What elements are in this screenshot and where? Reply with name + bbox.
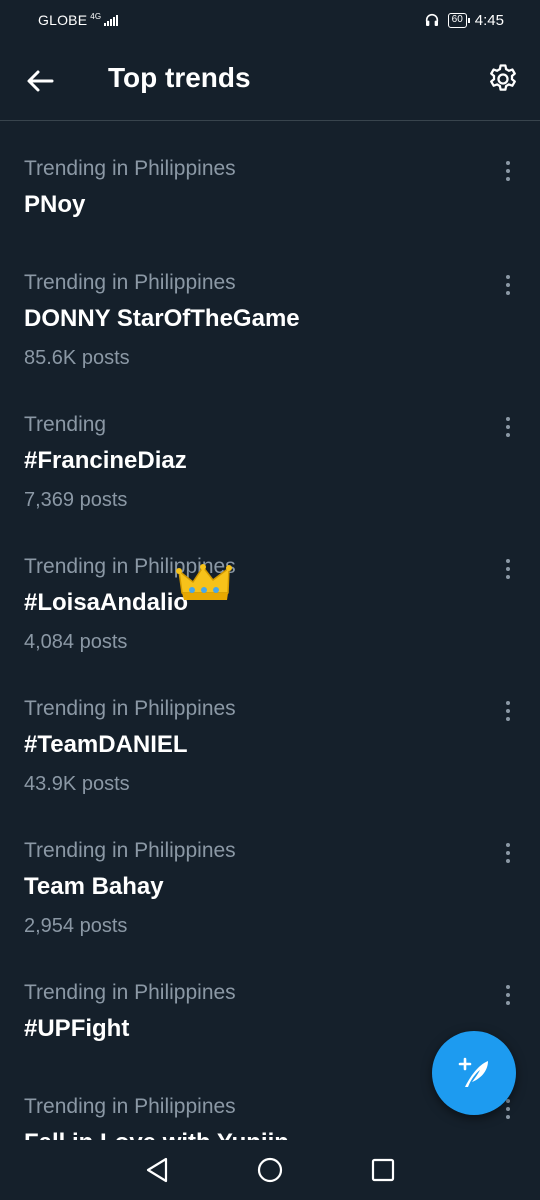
headphones-icon — [425, 13, 438, 26]
trend-name: DONNY StarOfTheGame — [24, 305, 300, 332]
trend-more-button[interactable] — [498, 699, 518, 723]
trend-more-button[interactable] — [498, 159, 518, 183]
trend-name: #TeamDANIEL — [24, 731, 188, 758]
carrier-name: GLOBE — [38, 12, 88, 28]
trend-name: #UPFight — [24, 1015, 130, 1042]
trend-more-button[interactable] — [498, 841, 518, 865]
trend-name: PNoy — [24, 191, 86, 218]
trend-context: Trending in Philippines — [24, 839, 236, 862]
trend-item[interactable]: Trending in Philippines #LoisaAndalio 4,… — [0, 555, 540, 697]
more-vertical-icon — [506, 161, 510, 165]
battery-icon: 60 — [447, 12, 470, 28]
more-vertical-icon — [506, 843, 510, 847]
trend-item[interactable]: Trending in Philippines Team Bahay 2,954… — [0, 839, 540, 981]
trend-context: Trending in Philippines — [24, 981, 236, 1004]
trend-post-count: 7,369 posts — [24, 489, 128, 511]
trend-item[interactable]: Trending in Philippines DONNY StarOfTheG… — [0, 271, 540, 413]
arrow-left-icon — [27, 70, 54, 92]
trend-post-count: 4,084 posts — [24, 631, 128, 653]
nav-back-button[interactable] — [137, 1150, 177, 1190]
page-title: Top trends — [108, 62, 251, 93]
trend-context: Trending in Philippines — [24, 697, 236, 720]
square-recents-icon — [372, 1158, 395, 1182]
more-vertical-icon — [506, 1099, 510, 1103]
trend-more-button[interactable] — [498, 557, 518, 581]
trend-context: Trending in Philippines — [24, 271, 236, 294]
more-vertical-icon — [506, 985, 510, 989]
back-button[interactable] — [24, 65, 56, 97]
trend-more-button[interactable] — [498, 983, 518, 1007]
more-vertical-icon — [506, 701, 510, 705]
status-left: GLOBE 4G — [38, 12, 119, 28]
trend-name: #LoisaAndalio — [24, 589, 189, 616]
trend-name: Fall in Love with Yunjin — [24, 1129, 289, 1140]
clock: 4:45 — [474, 11, 504, 29]
compose-post-button[interactable] — [432, 1031, 516, 1115]
nav-home-button[interactable] — [250, 1150, 290, 1190]
trend-item[interactable]: Trending in Philippines #TeamDANIEL 43.9… — [0, 697, 540, 839]
more-vertical-icon — [506, 417, 510, 421]
trend-context: Trending in Philippines — [24, 157, 236, 180]
trend-context: Trending in Philippines — [24, 1095, 236, 1118]
trend-name: #FrancineDiaz — [24, 447, 187, 474]
status-bar: GLOBE 4G 60 4:45 — [0, 0, 540, 40]
trend-post-count: 43.9K posts — [24, 773, 130, 795]
crown-icon — [176, 564, 232, 600]
trend-more-button[interactable] — [498, 273, 518, 297]
trend-item[interactable]: Trending #FrancineDiaz 7,369 posts — [0, 413, 540, 555]
trend-post-count: 85.6K posts — [24, 347, 130, 369]
circle-home-icon — [257, 1157, 283, 1183]
triangle-back-icon — [146, 1157, 167, 1183]
more-vertical-icon — [506, 275, 510, 279]
more-vertical-icon — [506, 559, 510, 563]
settings-button[interactable] — [486, 62, 520, 96]
top-app-bar: Top trends — [0, 40, 540, 121]
nav-recents-button[interactable] — [363, 1150, 403, 1190]
gear-icon — [490, 64, 516, 91]
trend-context: Trending — [24, 413, 107, 436]
signal-icon — [104, 14, 119, 26]
system-nav-bar — [0, 1140, 540, 1200]
compose-feather-icon — [458, 1057, 488, 1087]
trend-more-button[interactable] — [498, 415, 518, 439]
network-type: 4G — [90, 12, 102, 21]
trend-post-count: 2,954 posts — [24, 915, 128, 937]
trend-name: Team Bahay — [24, 873, 164, 900]
status-right: 60 4:45 — [424, 12, 504, 29]
